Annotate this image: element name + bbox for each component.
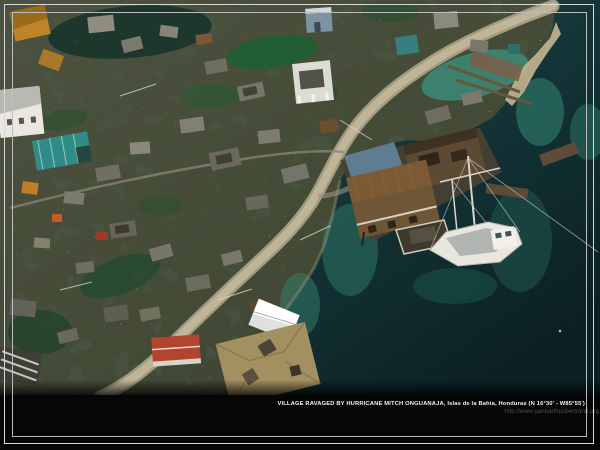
caption-bar: VILLAGE RAVAGED BY HURRICANE MITCH ONGUA… [0, 395, 600, 450]
aerial-photo: VILLAGE RAVAGED BY HURRICANE MITCH ONGUA… [0, 0, 600, 450]
photo-scene [0, 0, 600, 406]
caption-title: VILLAGE RAVAGED BY HURRICANE MITCH ONGUA… [277, 401, 585, 407]
wallpaper: VILLAGE RAVAGED BY HURRICANE MITCH ONGUA… [0, 0, 600, 450]
credit-url: http://www.yannarthusbertrand.org [504, 408, 599, 415]
